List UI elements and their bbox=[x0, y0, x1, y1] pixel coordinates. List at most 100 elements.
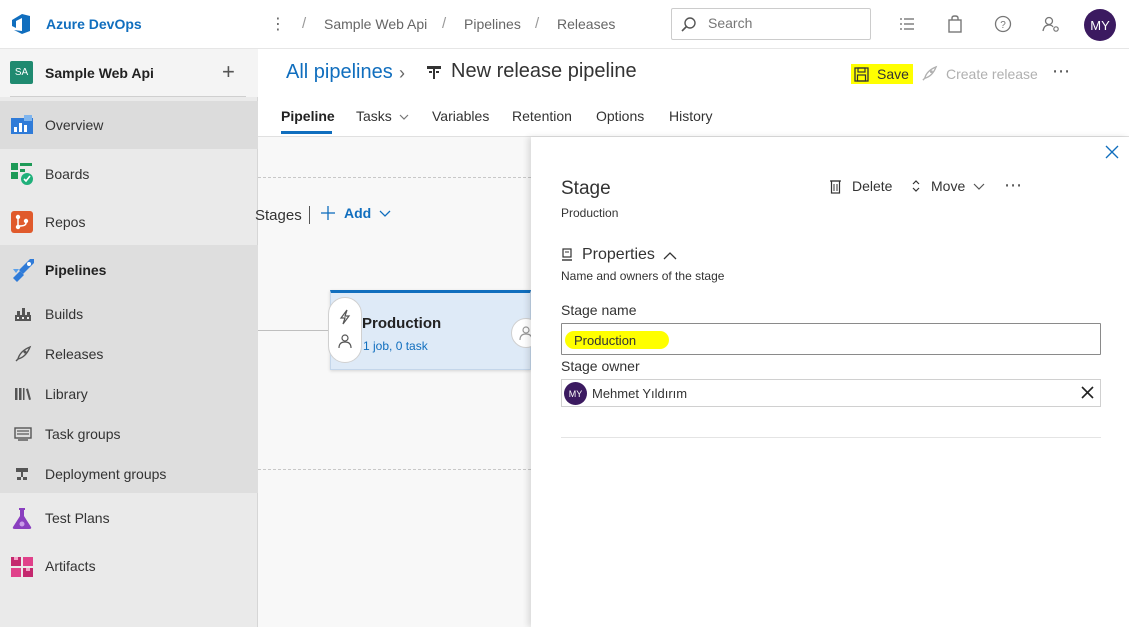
tab-history[interactable]: History bbox=[669, 108, 713, 124]
chevron-up-icon bbox=[663, 251, 677, 259]
brand-name: Azure DevOps bbox=[46, 16, 142, 32]
overview-icon bbox=[11, 115, 33, 134]
project-header: SA Sample Web Api + bbox=[0, 49, 258, 97]
release-pipeline-icon bbox=[427, 66, 441, 79]
more-horizontal-icon[interactable]: ⋯ bbox=[1052, 61, 1072, 82]
sidebar-item-builds[interactable]: Builds bbox=[0, 294, 258, 334]
sidebar-item-label: Builds bbox=[45, 306, 84, 322]
delete-label: Delete bbox=[852, 178, 893, 194]
project-name[interactable]: Sample Web Api bbox=[45, 65, 154, 81]
breadcrumb-pipelines[interactable]: Pipelines bbox=[464, 16, 521, 32]
sidebar-item-label: Artifacts bbox=[45, 558, 96, 574]
properties-section-toggle[interactable]: Properties bbox=[561, 246, 677, 264]
pipelines-icon bbox=[13, 259, 34, 282]
stages-label: Stages bbox=[255, 207, 302, 224]
stage-name-input[interactable]: Production bbox=[561, 323, 1101, 355]
sidebar-item-label: Repos bbox=[45, 214, 86, 230]
chevron-down-icon bbox=[399, 114, 409, 121]
divider bbox=[258, 469, 531, 470]
list-icon[interactable] bbox=[897, 14, 917, 34]
close-icon[interactable] bbox=[1105, 145, 1119, 159]
tab-label: Tasks bbox=[356, 108, 392, 124]
owner-avatar: MY bbox=[564, 382, 587, 405]
user-settings-icon[interactable] bbox=[1041, 14, 1061, 34]
svg-text:?: ? bbox=[1000, 20, 1006, 31]
add-stage-button[interactable]: Add bbox=[320, 205, 391, 221]
shopping-bag-icon[interactable] bbox=[945, 14, 965, 34]
lightning-icon bbox=[339, 309, 351, 325]
more-horizontal-icon[interactable]: ⋯ bbox=[1004, 175, 1024, 196]
stage-owner-picker[interactable]: MY Mehmet Yıldırım bbox=[561, 379, 1101, 407]
sidebar-item-label: Boards bbox=[45, 166, 90, 182]
divider bbox=[309, 206, 310, 224]
breadcrumb-releases[interactable]: Releases bbox=[557, 16, 615, 32]
create-release-button[interactable]: Create release bbox=[921, 65, 1038, 82]
stage-name: Production bbox=[362, 315, 442, 332]
pipeline-header: All pipelines › New release pipeline Sav… bbox=[258, 49, 1129, 137]
user-avatar[interactable]: MY bbox=[1084, 9, 1116, 41]
computer-icon bbox=[562, 248, 572, 261]
search-icon bbox=[681, 17, 696, 32]
search-box[interactable] bbox=[671, 8, 871, 40]
stage-properties-panel: Stage Production Delete Move ⋯ Propertie… bbox=[531, 137, 1129, 627]
artifacts-icon bbox=[11, 557, 33, 577]
sidebar-item-label: Releases bbox=[45, 346, 104, 362]
tab-tasks[interactable]: Tasks bbox=[356, 108, 409, 124]
sidebar-item-task-groups[interactable]: Task groups bbox=[0, 414, 258, 454]
panel-title: Stage bbox=[561, 178, 611, 199]
sidebar-item-boards[interactable]: Boards bbox=[0, 150, 258, 198]
deployment-groups-icon bbox=[16, 468, 28, 480]
sidebar-item-label: Library bbox=[45, 386, 88, 402]
move-stage-button[interactable]: Move bbox=[911, 178, 985, 194]
page-title: New release pipeline bbox=[451, 60, 637, 82]
create-release-label: Create release bbox=[946, 65, 1038, 82]
breadcrumb-separator: / bbox=[302, 15, 307, 32]
search-input[interactable] bbox=[708, 15, 858, 31]
chevron-right-icon: › bbox=[399, 63, 405, 83]
divider bbox=[561, 437, 1101, 438]
user-icon bbox=[338, 334, 352, 349]
sidebar-item-label: Test Plans bbox=[45, 510, 110, 526]
add-icon[interactable]: + bbox=[222, 59, 235, 85]
breadcrumb-separator: / bbox=[442, 15, 447, 32]
up-down-icon bbox=[912, 180, 920, 192]
properties-title: Properties bbox=[582, 246, 655, 263]
close-icon[interactable] bbox=[1081, 386, 1094, 399]
tab-retention[interactable]: Retention bbox=[512, 108, 572, 124]
sidebar: SA Sample Web Api + Overview Boards Repo… bbox=[0, 49, 258, 627]
more-vertical-icon[interactable]: ⋮ bbox=[270, 14, 286, 34]
sidebar-item-deployment-groups[interactable]: Deployment groups bbox=[0, 454, 258, 494]
tab-pipeline[interactable]: Pipeline bbox=[281, 108, 335, 124]
azure-devops-logo-icon bbox=[12, 14, 30, 34]
sidebar-item-test-plans[interactable]: Test Plans bbox=[0, 494, 258, 542]
all-pipelines-link[interactable]: All pipelines bbox=[286, 61, 393, 84]
sidebar-item-overview[interactable]: Overview bbox=[0, 101, 258, 149]
stage-name-value: Production bbox=[574, 333, 637, 348]
rocket-icon bbox=[922, 65, 938, 81]
tab-options[interactable]: Options bbox=[596, 108, 644, 124]
top-bar: Azure DevOps ⋮ / Sample Web Api / Pipeli… bbox=[0, 0, 1129, 49]
save-button[interactable]: Save bbox=[851, 64, 913, 84]
tab-variables[interactable]: Variables bbox=[432, 108, 489, 124]
sidebar-item-library[interactable]: Library bbox=[0, 374, 258, 414]
owner-name: Mehmet Yıldırım bbox=[592, 386, 688, 401]
sidebar-item-label: Pipelines bbox=[45, 262, 107, 278]
delete-stage-button[interactable]: Delete bbox=[829, 178, 892, 194]
sidebar-item-artifacts[interactable]: Artifacts bbox=[0, 542, 258, 590]
chevron-down-icon bbox=[973, 183, 985, 190]
sidebar-item-repos[interactable]: Repos bbox=[0, 198, 258, 246]
help-icon[interactable]: ? bbox=[993, 14, 1013, 34]
rocket-icon bbox=[15, 345, 32, 362]
stage-name-label: Stage name bbox=[561, 302, 637, 318]
breadcrumb-project[interactable]: Sample Web Api bbox=[324, 16, 427, 32]
pre-deployment-conditions[interactable] bbox=[328, 297, 362, 363]
sidebar-item-releases[interactable]: Releases bbox=[0, 334, 258, 374]
brand[interactable]: Azure DevOps bbox=[10, 12, 142, 36]
library-icon bbox=[15, 388, 31, 400]
sidebar-item-pipelines[interactable]: Pipelines bbox=[0, 246, 258, 294]
stage-summary-link[interactable]: 1 job, 0 task bbox=[363, 339, 428, 353]
add-label: Add bbox=[344, 205, 372, 221]
project-badge: SA bbox=[10, 61, 33, 84]
breadcrumb-separator: / bbox=[535, 15, 540, 32]
builds-icon bbox=[15, 308, 31, 321]
